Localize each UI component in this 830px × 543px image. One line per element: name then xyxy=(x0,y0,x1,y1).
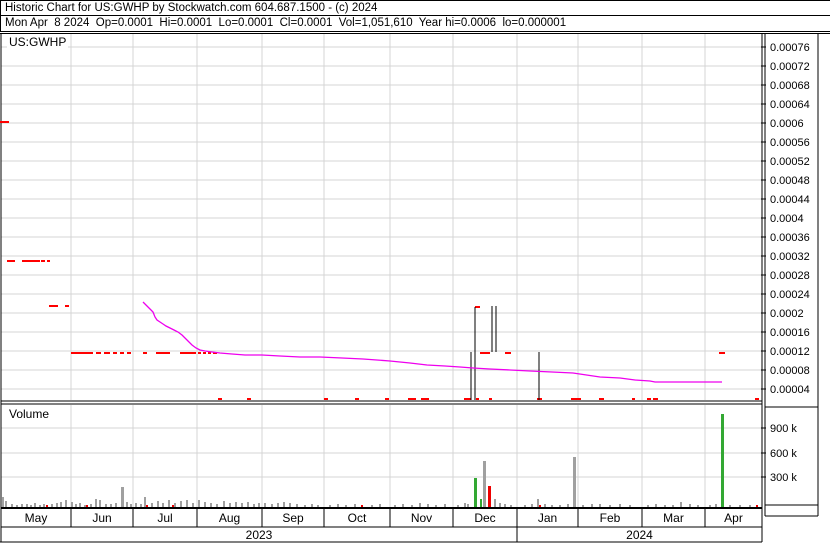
svg-text:0.00068: 0.00068 xyxy=(770,80,810,92)
svg-text:0.00008: 0.00008 xyxy=(770,365,810,377)
svg-text:Mar: Mar xyxy=(663,511,684,525)
svg-text:0.00072: 0.00072 xyxy=(770,61,810,73)
gridlines xyxy=(1,33,762,507)
svg-text:Apr: Apr xyxy=(724,511,743,525)
stock-chart-canvas: 0.00076 0.00072 0.00068 0.00064 0.0006 0.0005… xyxy=(0,33,830,543)
svg-text:900 k: 900 k xyxy=(770,423,797,435)
symbol-label: US:GWHP xyxy=(7,35,69,49)
svg-text:May: May xyxy=(25,511,48,525)
volume-panel-label: Volume xyxy=(7,407,52,421)
svg-text:Aug: Aug xyxy=(219,511,240,525)
close-price-marks xyxy=(0,121,759,400)
svg-text:Sep: Sep xyxy=(282,511,304,525)
svg-text:0.00048: 0.00048 xyxy=(770,175,810,187)
svg-text:0.00016: 0.00016 xyxy=(770,327,810,339)
svg-text:0.00044: 0.00044 xyxy=(770,194,810,206)
svg-text:0.00064: 0.00064 xyxy=(770,99,810,111)
stockwatch-historic-chart: Historic Chart for US:GWHP by Stockwatch… xyxy=(0,0,830,543)
svg-text:0.00012: 0.00012 xyxy=(770,346,810,358)
svg-text:300 k: 300 k xyxy=(770,472,797,484)
svg-text:Feb: Feb xyxy=(600,511,621,525)
volume-axis-labels: 900 k 600 k 300 k xyxy=(770,423,797,484)
svg-text:600 k: 600 k xyxy=(770,448,797,460)
svg-text:Jun: Jun xyxy=(92,511,111,525)
svg-text:0.00052: 0.00052 xyxy=(770,156,810,168)
svg-text:0.00024: 0.00024 xyxy=(770,289,810,301)
month-axis-labels: May Jun Jul Aug Sep Oct Nov Dec Jan Feb Mar Apr xyxy=(25,511,743,525)
svg-text:0.0004: 0.0004 xyxy=(770,213,804,225)
svg-text:0.0006: 0.0006 xyxy=(770,118,804,130)
svg-text:Jul: Jul xyxy=(157,511,172,525)
price-axis-labels: 0.00076 0.00072 0.00068 0.00064 0.0006 0.0005… xyxy=(770,42,810,396)
svg-text:Oct: Oct xyxy=(348,511,367,525)
svg-text:0.00028: 0.00028 xyxy=(770,270,810,282)
svg-text:2024: 2024 xyxy=(626,528,653,542)
svg-text:Dec: Dec xyxy=(474,511,495,525)
svg-text:0.00036: 0.00036 xyxy=(770,232,810,244)
svg-text:Nov: Nov xyxy=(411,511,432,525)
svg-text:0.00032: 0.00032 xyxy=(770,251,810,263)
svg-text:0.00056: 0.00056 xyxy=(770,137,810,149)
svg-text:0.0002: 0.0002 xyxy=(770,308,804,320)
svg-text:0.00004: 0.00004 xyxy=(770,384,810,396)
year-axis-labels: 2023 2024 xyxy=(246,528,654,542)
svg-text:0.00076: 0.00076 xyxy=(770,42,810,54)
svg-text:Jan: Jan xyxy=(538,511,557,525)
svg-text:2023: 2023 xyxy=(246,528,273,542)
